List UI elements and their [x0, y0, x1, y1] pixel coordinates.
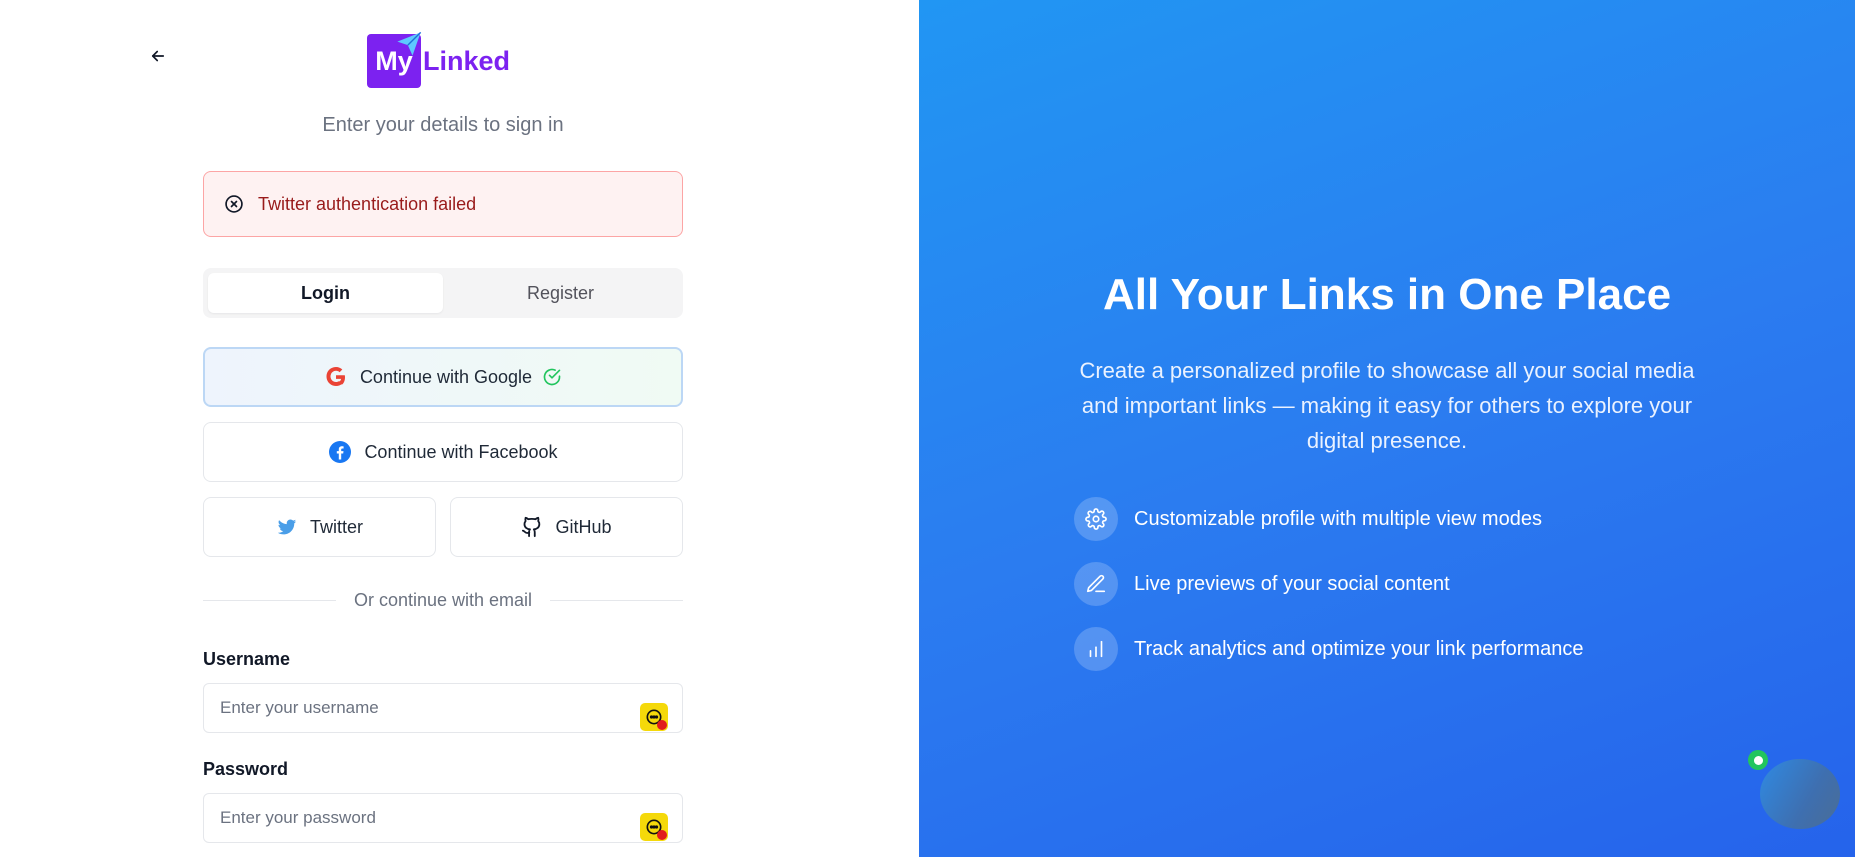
hero-panel: All Your Links in One Place Create a per… — [919, 0, 1855, 857]
twitter-button-label: Twitter — [309, 516, 363, 537]
logo[interactable]: My Linked — [367, 31, 511, 88]
username-input[interactable] — [204, 684, 682, 732]
auth-tabs: Login Register — [203, 268, 683, 318]
error-alert: Twitter authentication failed — [203, 171, 683, 237]
divider-line-right — [550, 600, 684, 601]
github-signin-button[interactable]: GitHub — [450, 497, 683, 557]
signin-subtitle: Enter your details to sign in — [322, 114, 564, 136]
online-status-dot — [1748, 750, 1768, 770]
divider-text: Or continue with email — [353, 590, 533, 610]
hero-title: All Your Links in One Place — [1102, 270, 1672, 319]
extension-badge-dot — [657, 830, 667, 840]
password-label: Password — [203, 759, 289, 779]
google-signin-button[interactable]: Continue with Google — [203, 347, 683, 407]
google-button-label: Continue with Google — [359, 366, 533, 387]
pen-icon — [1074, 562, 1118, 606]
username-label: Username — [203, 649, 291, 669]
divider-line-left — [203, 600, 336, 601]
check-circle-icon — [542, 367, 562, 387]
bar-chart-icon — [1074, 627, 1118, 671]
hero-description: Create a personalized profile to showcas… — [1079, 358, 1695, 453]
tab-login[interactable]: Login — [208, 273, 443, 313]
email-divider: Or continue with email — [203, 590, 684, 611]
logo-mark: My — [367, 31, 422, 88]
auth-panel: My Linked Enter your details to sign in … — [0, 0, 919, 857]
feature-text: Customizable profile with multiple view … — [1134, 507, 1542, 530]
twitter-icon — [276, 516, 298, 538]
back-button[interactable] — [146, 44, 170, 68]
feature-text: Track analytics and optimize your link p… — [1134, 637, 1584, 660]
github-icon — [521, 516, 543, 538]
logo-text-my: My — [375, 45, 413, 76]
github-button-label: GitHub — [555, 516, 612, 537]
twitter-signin-button[interactable]: Twitter — [203, 497, 436, 557]
error-circle-icon — [225, 195, 243, 213]
facebook-icon — [328, 440, 352, 464]
error-message: Twitter authentication failed — [258, 193, 477, 214]
password-input[interactable] — [204, 794, 682, 842]
extension-badge-dot — [657, 720, 667, 730]
gear-icon — [1074, 497, 1118, 541]
feature-item: Customizable profile with multiple view … — [1074, 497, 1542, 541]
facebook-button-label: Continue with Facebook — [364, 441, 558, 462]
google-icon — [324, 365, 348, 389]
username-field — [203, 683, 683, 733]
facebook-signin-button[interactable]: Continue with Facebook — [203, 422, 683, 482]
arrow-left-icon — [151, 50, 165, 62]
password-field — [203, 793, 683, 843]
feature-item: Live previews of your social content — [1074, 562, 1450, 606]
password-manager-icon[interactable] — [640, 813, 668, 841]
feature-text: Live previews of your social content — [1134, 572, 1450, 595]
logo-text-linked: Linked — [423, 45, 511, 76]
password-manager-icon[interactable] — [640, 703, 668, 731]
tab-register[interactable]: Register — [443, 273, 678, 313]
feature-item: Track analytics and optimize your link p… — [1074, 627, 1583, 671]
chat-widget-button[interactable] — [1760, 759, 1840, 829]
